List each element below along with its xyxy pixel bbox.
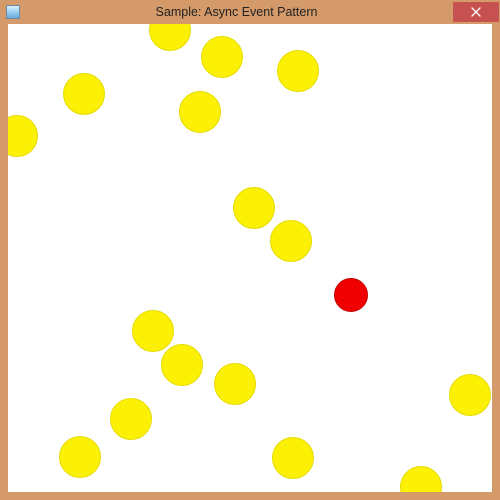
canvas-area[interactable]	[8, 24, 492, 492]
app-icon	[6, 5, 20, 19]
yellow-dot[interactable]	[110, 398, 152, 440]
yellow-dot[interactable]	[201, 36, 243, 78]
yellow-dot[interactable]	[8, 115, 38, 157]
yellow-dot[interactable]	[270, 220, 312, 262]
close-button[interactable]	[453, 2, 499, 22]
yellow-dot[interactable]	[272, 437, 314, 479]
yellow-dot[interactable]	[59, 436, 101, 478]
yellow-dot[interactable]	[132, 310, 174, 352]
yellow-dot[interactable]	[63, 73, 105, 115]
yellow-dot[interactable]	[179, 91, 221, 133]
yellow-dot[interactable]	[161, 344, 203, 386]
titlebar[interactable]: Sample: Async Event Pattern	[0, 0, 500, 24]
yellow-dot[interactable]	[214, 363, 256, 405]
app-window: Sample: Async Event Pattern	[0, 0, 500, 500]
yellow-dot[interactable]	[233, 187, 275, 229]
yellow-dot[interactable]	[400, 466, 442, 492]
yellow-dot[interactable]	[149, 24, 191, 51]
window-title: Sample: Async Event Pattern	[20, 5, 453, 19]
red-dot[interactable]	[334, 278, 368, 312]
yellow-dot[interactable]	[449, 374, 491, 416]
yellow-dot[interactable]	[277, 50, 319, 92]
close-icon	[471, 7, 481, 17]
